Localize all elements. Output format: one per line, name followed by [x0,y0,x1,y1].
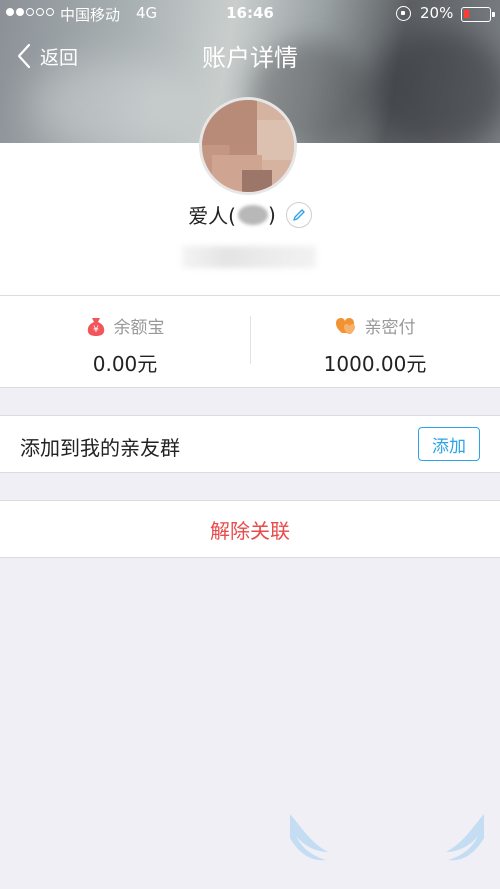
redacted-account-blur [182,246,316,268]
hearts-icon [335,316,357,336]
watermark-logo [282,808,492,884]
intimate-pay-label: 亲密付 [364,318,416,338]
moneybag-icon: ¥ [86,315,106,337]
balance-panel: ¥ 余额宝 0.00元 亲密付 1000.00元 [0,295,500,388]
contact-name: 爱人( [188,204,236,228]
add-to-family-button[interactable]: 添加 [418,427,480,461]
yuebao-balance-item[interactable]: ¥ 余额宝 0.00元 [0,296,250,389]
family-group-row: 添加到我的亲友群 添加 [0,415,500,473]
intimate-pay-item[interactable]: 亲密付 1000.00元 [250,296,500,389]
family-group-label: 添加到我的亲友群 [20,436,180,460]
battery-percentage: 20% [420,4,454,22]
intimate-pay-value: 1000.00元 [323,352,427,376]
svg-text:¥: ¥ [93,325,99,335]
status-bar: 中国移动 4G 16:46 20% [0,0,500,28]
rotation-lock-icon [396,6,411,21]
name-close-paren: ) [268,202,276,227]
avatar [199,97,297,195]
unlink-label: 解除关联 [210,518,290,543]
edit-name-button[interactable] [285,201,312,228]
redacted-name-blur [238,204,268,225]
yuebao-value: 0.00元 [92,352,158,376]
yuebao-label: 余额宝 [113,318,165,338]
unlink-button[interactable]: 解除关联 [0,500,500,558]
battery-icon [461,7,495,22]
wings-icon [290,814,484,861]
pencil-icon [293,208,305,221]
page-title: 账户详情 [202,44,298,72]
name-row: 爱人( ) [0,200,500,229]
